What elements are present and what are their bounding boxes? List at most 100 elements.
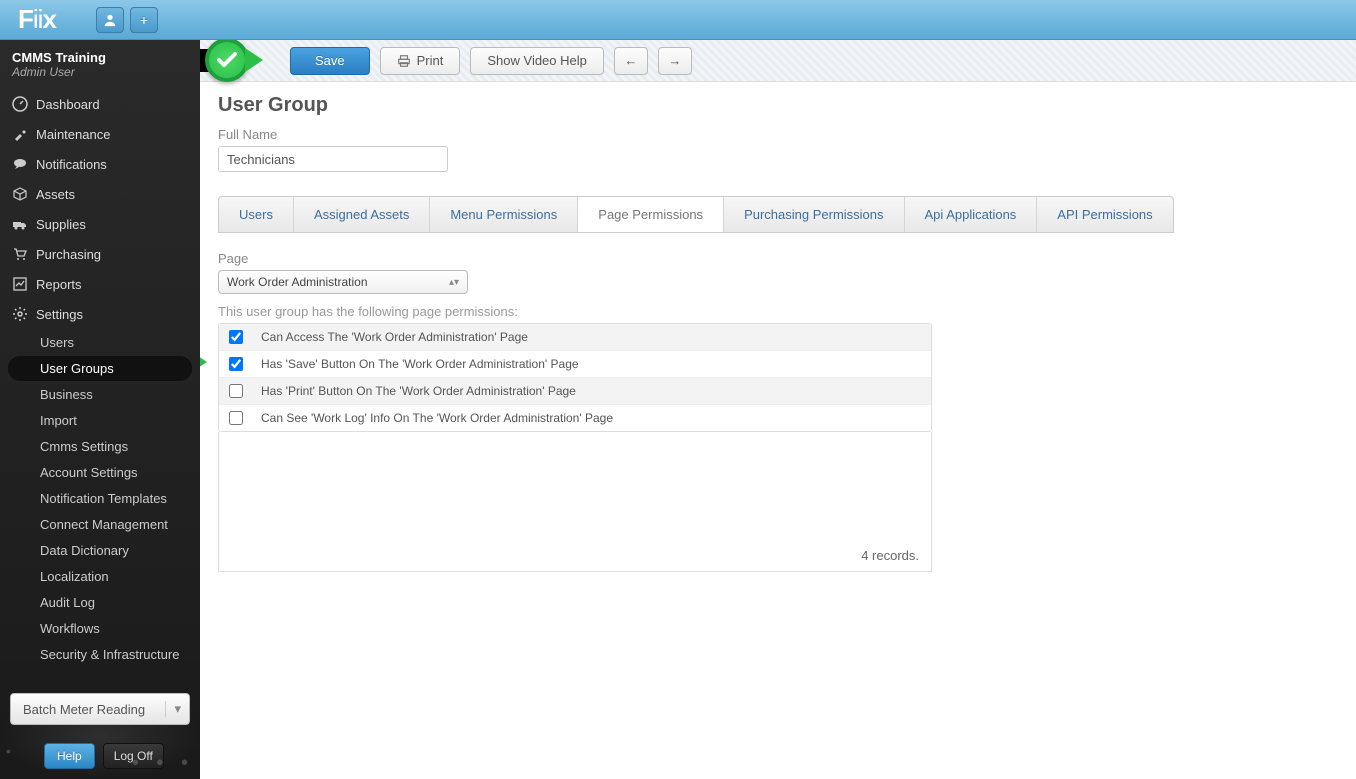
- cart-icon: [12, 246, 28, 262]
- annotation-3: 3: [200, 40, 263, 82]
- permission-checkbox[interactable]: [229, 384, 243, 398]
- tab-menu-permissions[interactable]: Menu Permissions: [430, 197, 578, 232]
- page-select-label: Page: [218, 251, 1338, 266]
- tab-api-permissions[interactable]: API Permissions: [1037, 197, 1172, 232]
- nav-label: Settings: [36, 307, 83, 322]
- save-button[interactable]: Save: [290, 47, 370, 75]
- nav-label: Supplies: [36, 217, 86, 232]
- nav-label: Notifications: [36, 157, 107, 172]
- tabs: Users Assigned Assets Menu Permissions P…: [218, 196, 1174, 233]
- subnav-security[interactable]: Security & Infrastructure: [8, 642, 192, 667]
- gauge-icon: [12, 96, 28, 112]
- permission-checkbox[interactable]: [229, 357, 243, 371]
- topbar-add-button[interactable]: +: [130, 7, 158, 33]
- subnav-audit-log[interactable]: Audit Log: [8, 590, 192, 615]
- page-select-value: Work Order Administration: [227, 275, 368, 289]
- subnav-user-groups[interactable]: User Groups: [8, 356, 192, 381]
- print-button[interactable]: Print: [380, 47, 461, 75]
- caret-down-icon: ▾: [165, 701, 181, 717]
- subnav-users[interactable]: Users: [8, 330, 192, 355]
- nav-label: Assets: [36, 187, 75, 202]
- subnav-import[interactable]: Import: [8, 408, 192, 433]
- permissions-footer: 4 records.: [218, 432, 932, 572]
- nav-supplies[interactable]: Supplies: [0, 209, 200, 239]
- tab-users[interactable]: Users: [219, 197, 294, 232]
- permission-label: Has 'Print' Button On The 'Work Order Ad…: [261, 384, 576, 398]
- subnav-cmms-settings[interactable]: Cmms Settings: [8, 434, 192, 459]
- subnav-localization[interactable]: Localization: [8, 564, 192, 589]
- permission-row: Can See 'Work Log' Info On The 'Work Ord…: [219, 405, 931, 431]
- subnav-account-settings[interactable]: Account Settings: [8, 460, 192, 485]
- account-title: CMMS Training: [12, 50, 188, 65]
- sidebar: CMMS Training Admin User Dashboard Maint…: [0, 40, 200, 779]
- logo: Fiix: [18, 4, 56, 35]
- nav-settings[interactable]: Settings: [0, 299, 200, 329]
- full-name-label: Full Name: [218, 127, 1338, 142]
- box-icon: [12, 186, 28, 202]
- tab-panel-page-permissions: Page Work Order Administration ▴▾ This u…: [218, 233, 1338, 572]
- main: Save Print Show Video Help ← → User Grou…: [200, 40, 1356, 779]
- permission-label: Can Access The 'Work Order Administratio…: [261, 330, 528, 344]
- settings-subnav: Users User Groups Business Import Cmms S…: [0, 330, 200, 667]
- subnav-data-dictionary[interactable]: Data Dictionary: [8, 538, 192, 563]
- tools-icon: [12, 126, 28, 142]
- topbar: Fiix +: [0, 0, 1356, 40]
- nav-next-button[interactable]: →: [658, 47, 692, 75]
- batch-meter-label: Batch Meter Reading: [23, 702, 145, 717]
- permission-label: Can See 'Work Log' Info On The 'Work Ord…: [261, 411, 613, 425]
- tab-purchasing-permissions[interactable]: Purchasing Permissions: [724, 197, 904, 232]
- nav-purchasing[interactable]: Purchasing: [0, 239, 200, 269]
- nav-label: Maintenance: [36, 127, 110, 142]
- permission-checkbox[interactable]: [229, 330, 243, 344]
- tab-assigned-assets[interactable]: Assigned Assets: [294, 197, 430, 232]
- check-icon: [205, 40, 249, 82]
- subnav-notification-templates[interactable]: Notification Templates: [8, 486, 192, 511]
- page-select[interactable]: Work Order Administration ▴▾: [218, 270, 468, 294]
- subnav-connect-management[interactable]: Connect Management: [8, 512, 192, 537]
- account-subtitle: Admin User: [12, 65, 188, 79]
- topbar-user-button[interactable]: [96, 7, 124, 33]
- batch-meter-button[interactable]: Batch Meter Reading ▾: [10, 693, 190, 725]
- nav-maintenance[interactable]: Maintenance: [0, 119, 200, 149]
- chat-icon: [12, 156, 28, 172]
- nav-prev-button[interactable]: ←: [614, 47, 648, 75]
- page-title: User Group: [218, 94, 1338, 117]
- subnav-business[interactable]: Business: [8, 382, 192, 407]
- permission-row: Has 'Save' Button On The 'Work Order Adm…: [219, 351, 931, 378]
- permission-checkbox[interactable]: [229, 411, 243, 425]
- permission-label: Has 'Save' Button On The 'Work Order Adm…: [261, 357, 579, 371]
- toolbar: Save Print Show Video Help ← →: [200, 40, 1356, 82]
- arrow-left-icon: ←: [624, 53, 637, 68]
- chart-icon: [12, 276, 28, 292]
- chevron-updown-icon: ▴▾: [449, 277, 459, 288]
- nav-label: Reports: [36, 277, 82, 292]
- tab-page-permissions[interactable]: Page Permissions: [578, 197, 724, 232]
- sidebar-bottom: Batch Meter Reading ▾ Help Log Off • • •…: [0, 693, 200, 779]
- nav-notifications[interactable]: Notifications: [0, 149, 200, 179]
- account-block: CMMS Training Admin User: [0, 40, 200, 89]
- video-help-button[interactable]: Show Video Help: [470, 47, 604, 75]
- annotation-arrow-icon: [245, 48, 263, 72]
- full-name-input[interactable]: [218, 146, 448, 172]
- permission-row: Can Access The 'Work Order Administratio…: [219, 324, 931, 351]
- annotation-2: 2: [200, 340, 207, 384]
- decorative-dots: • •: [6, 743, 67, 759]
- permission-row: Has 'Print' Button On The 'Work Order Ad…: [219, 378, 931, 405]
- annotation-arrow-icon: [200, 350, 207, 374]
- subnav-workflows[interactable]: Workflows: [8, 616, 192, 641]
- gear-icon: [12, 306, 28, 322]
- arrow-right-icon: →: [668, 53, 681, 68]
- truck-icon: [12, 216, 28, 232]
- nav: Dashboard Maintenance Notifications Asse…: [0, 89, 200, 693]
- nav-label: Purchasing: [36, 247, 101, 262]
- nav-dashboard[interactable]: Dashboard: [0, 89, 200, 119]
- nav-reports[interactable]: Reports: [0, 269, 200, 299]
- nav-label: Dashboard: [36, 97, 100, 112]
- decorative-dots: • • •: [132, 752, 194, 775]
- tab-api-applications[interactable]: Api Applications: [905, 197, 1038, 232]
- record-count: 4 records.: [861, 548, 919, 563]
- print-icon: [397, 54, 411, 68]
- nav-assets[interactable]: Assets: [0, 179, 200, 209]
- print-label: Print: [417, 53, 444, 68]
- permissions-caption: This user group has the following page p…: [218, 304, 1338, 319]
